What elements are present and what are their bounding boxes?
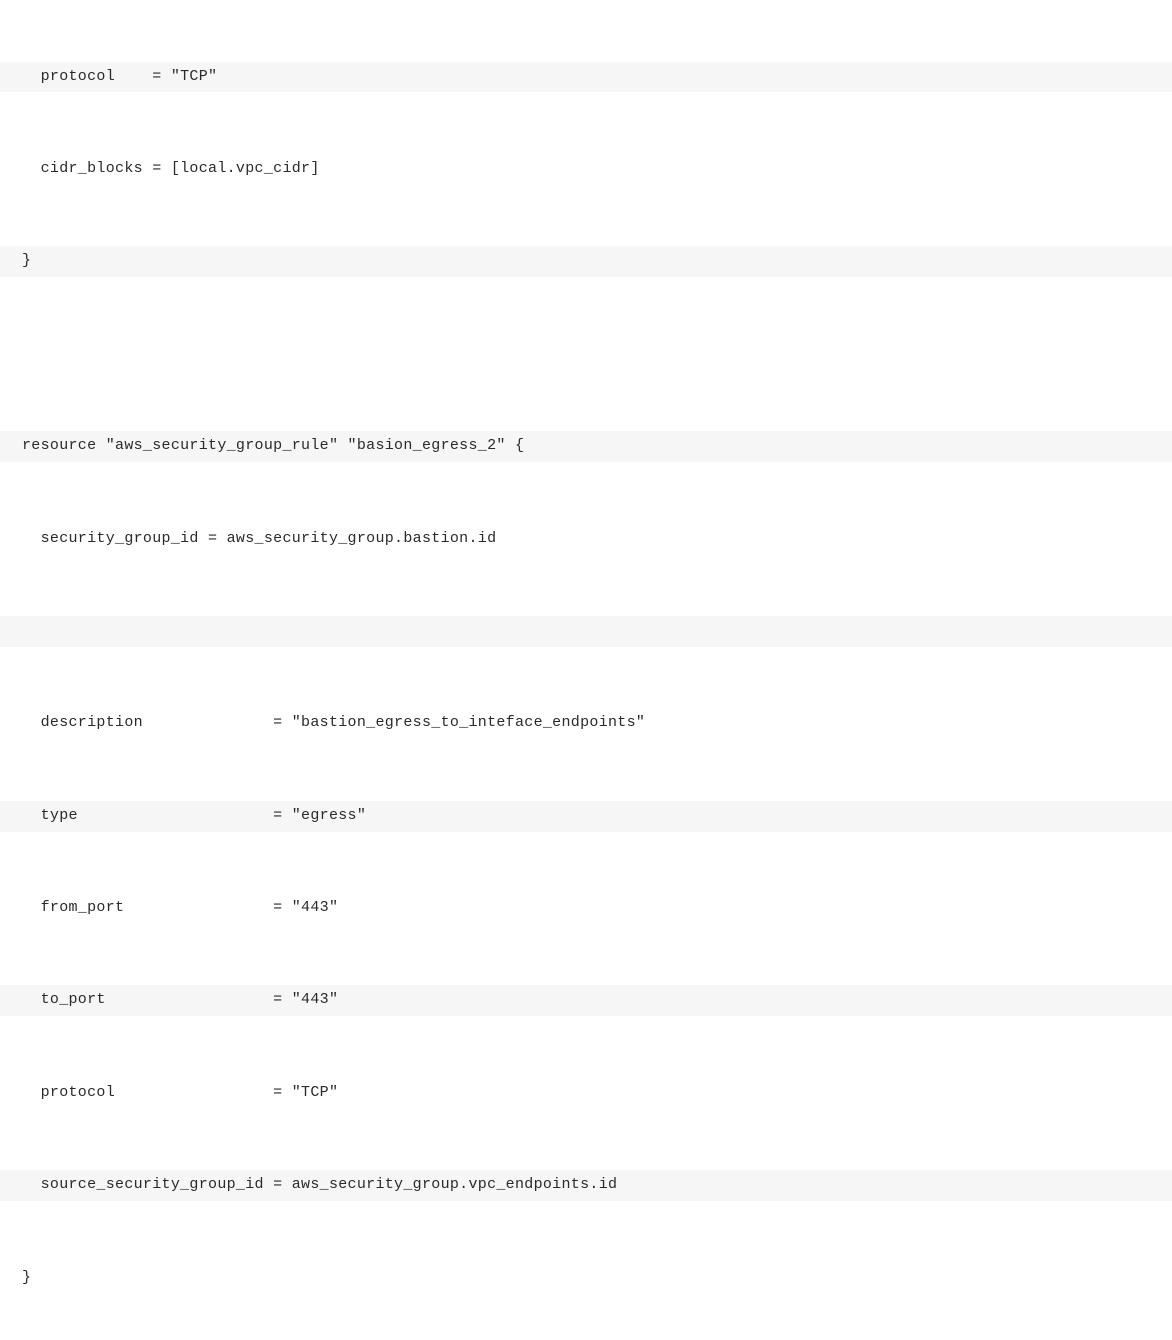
code-line: [0, 616, 1172, 647]
code-line: from_port = "443": [0, 893, 1172, 924]
code-line: resource "aws_security_group_rule" "basi…: [0, 431, 1172, 462]
code-line: protocol = "TCP": [0, 1078, 1172, 1109]
code-block: protocol = "TCP" cidr_blocks = [local.vp…: [0, 0, 1172, 1340]
code-line: protocol = "TCP": [0, 62, 1172, 93]
code-line: }: [0, 1263, 1172, 1294]
code-line: }: [0, 246, 1172, 277]
code-line: description = "bastion_egress_to_intefac…: [0, 708, 1172, 739]
code-line: type = "egress": [0, 801, 1172, 832]
code-line: cidr_blocks = [local.vpc_cidr]: [0, 154, 1172, 185]
code-line: source_security_group_id = aws_security_…: [0, 1170, 1172, 1201]
code-line: to_port = "443": [0, 985, 1172, 1016]
code-line: security_group_id = aws_security_group.b…: [0, 523, 1172, 554]
code-line: [0, 339, 1172, 370]
